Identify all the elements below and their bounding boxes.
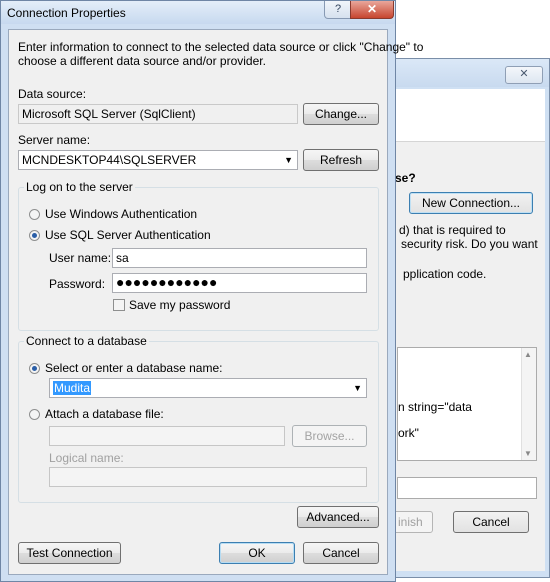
change-button[interactable]: Change...	[303, 103, 379, 125]
windows-auth-label[interactable]: Use Windows Authentication	[45, 207, 197, 221]
data-source-field: Microsoft SQL Server (SqlClient)	[18, 104, 298, 124]
help-icon[interactable]: ?	[324, 1, 352, 19]
database-file-field[interactable]	[49, 426, 285, 446]
connection-string-box[interactable]: n string="data ork" ▲ ▼	[397, 347, 537, 461]
cancel-button[interactable]: Cancel	[303, 542, 379, 564]
server-name-label: Server name:	[18, 133, 91, 147]
background-question-text: se?	[395, 171, 416, 185]
server-name-value: MCNDESKTOP44\SQLSERVER	[22, 153, 197, 167]
dialog-title: Connection Properties	[7, 6, 126, 20]
background-text-line: pplication code.	[403, 267, 487, 281]
server-name-combo[interactable]: MCNDESKTOP44\SQLSERVER ▼	[18, 150, 298, 170]
save-password-checkbox[interactable]	[113, 299, 125, 311]
database-name-value: Mudita	[53, 381, 92, 395]
background-cancel-button[interactable]: Cancel	[453, 511, 529, 533]
background-close-icon[interactable]: ✕	[505, 66, 543, 84]
dropdown-arrow-icon[interactable]: ▼	[284, 153, 293, 167]
background-text-line: security risk. Do you want	[401, 237, 538, 251]
scroll-up-icon[interactable]: ▲	[524, 350, 532, 359]
advanced-button[interactable]: Advanced...	[297, 506, 379, 528]
user-name-field[interactable]: sa	[112, 248, 367, 268]
password-field[interactable]: ●●●●●●●●●●●●	[112, 273, 367, 293]
windows-auth-radio[interactable]	[29, 209, 40, 220]
background-header	[393, 89, 545, 142]
database-name-combo[interactable]: Mudita ▼	[49, 378, 367, 398]
scroll-down-icon[interactable]: ▼	[524, 449, 532, 458]
select-database-radio[interactable]	[29, 363, 40, 374]
user-name-label: User name:	[49, 251, 112, 265]
background-window-content: se? New Connection... d) that is require…	[393, 89, 545, 571]
database-group-label: Connect to a database	[24, 334, 149, 348]
test-connection-button[interactable]: Test Connection	[18, 542, 121, 564]
select-database-label[interactable]: Select or enter a database name:	[45, 361, 222, 375]
attach-database-label[interactable]: Attach a database file:	[45, 407, 164, 421]
intro-text-line2: choose a different data source and/or pr…	[18, 54, 266, 68]
save-password-label[interactable]: Save my password	[129, 298, 230, 312]
dialog-body: Enter information to connect to the sele…	[8, 29, 423, 575]
connection-string-line: ork"	[398, 426, 419, 440]
connection-string-scrollbar[interactable]: ▲ ▼	[521, 348, 536, 460]
connection-properties-dialog: Connection Properties ? ✕ Enter informat…	[0, 0, 423, 582]
refresh-button[interactable]: Refresh	[303, 149, 379, 171]
logical-name-label: Logical name:	[49, 451, 124, 465]
ok-button[interactable]: OK	[219, 542, 295, 564]
background-text-line: d) that is required to	[399, 223, 506, 237]
dropdown-arrow-icon[interactable]: ▼	[353, 381, 362, 395]
password-value: ●●●●●●●●●●●●	[116, 274, 218, 290]
sql-auth-radio[interactable]	[29, 230, 40, 241]
connection-string-line: n string="data	[398, 400, 472, 414]
finish-button[interactable]: inish	[393, 511, 433, 533]
sql-auth-label[interactable]: Use SQL Server Authentication	[45, 228, 211, 242]
intro-text-line1: Enter information to connect to the sele…	[18, 40, 424, 54]
logical-name-field[interactable]	[49, 467, 367, 487]
background-wizard-window: ✕ se? New Connection... d) that is requi…	[384, 58, 550, 578]
close-icon[interactable]: ✕	[350, 1, 394, 19]
new-connection-button[interactable]: New Connection...	[409, 192, 533, 214]
logon-group-label: Log on to the server	[24, 180, 135, 194]
data-source-label: Data source:	[18, 87, 87, 101]
password-label: Password:	[49, 277, 106, 291]
background-input[interactable]	[397, 477, 537, 499]
browse-button[interactable]: Browse...	[292, 425, 367, 447]
attach-database-radio[interactable]	[29, 409, 40, 420]
